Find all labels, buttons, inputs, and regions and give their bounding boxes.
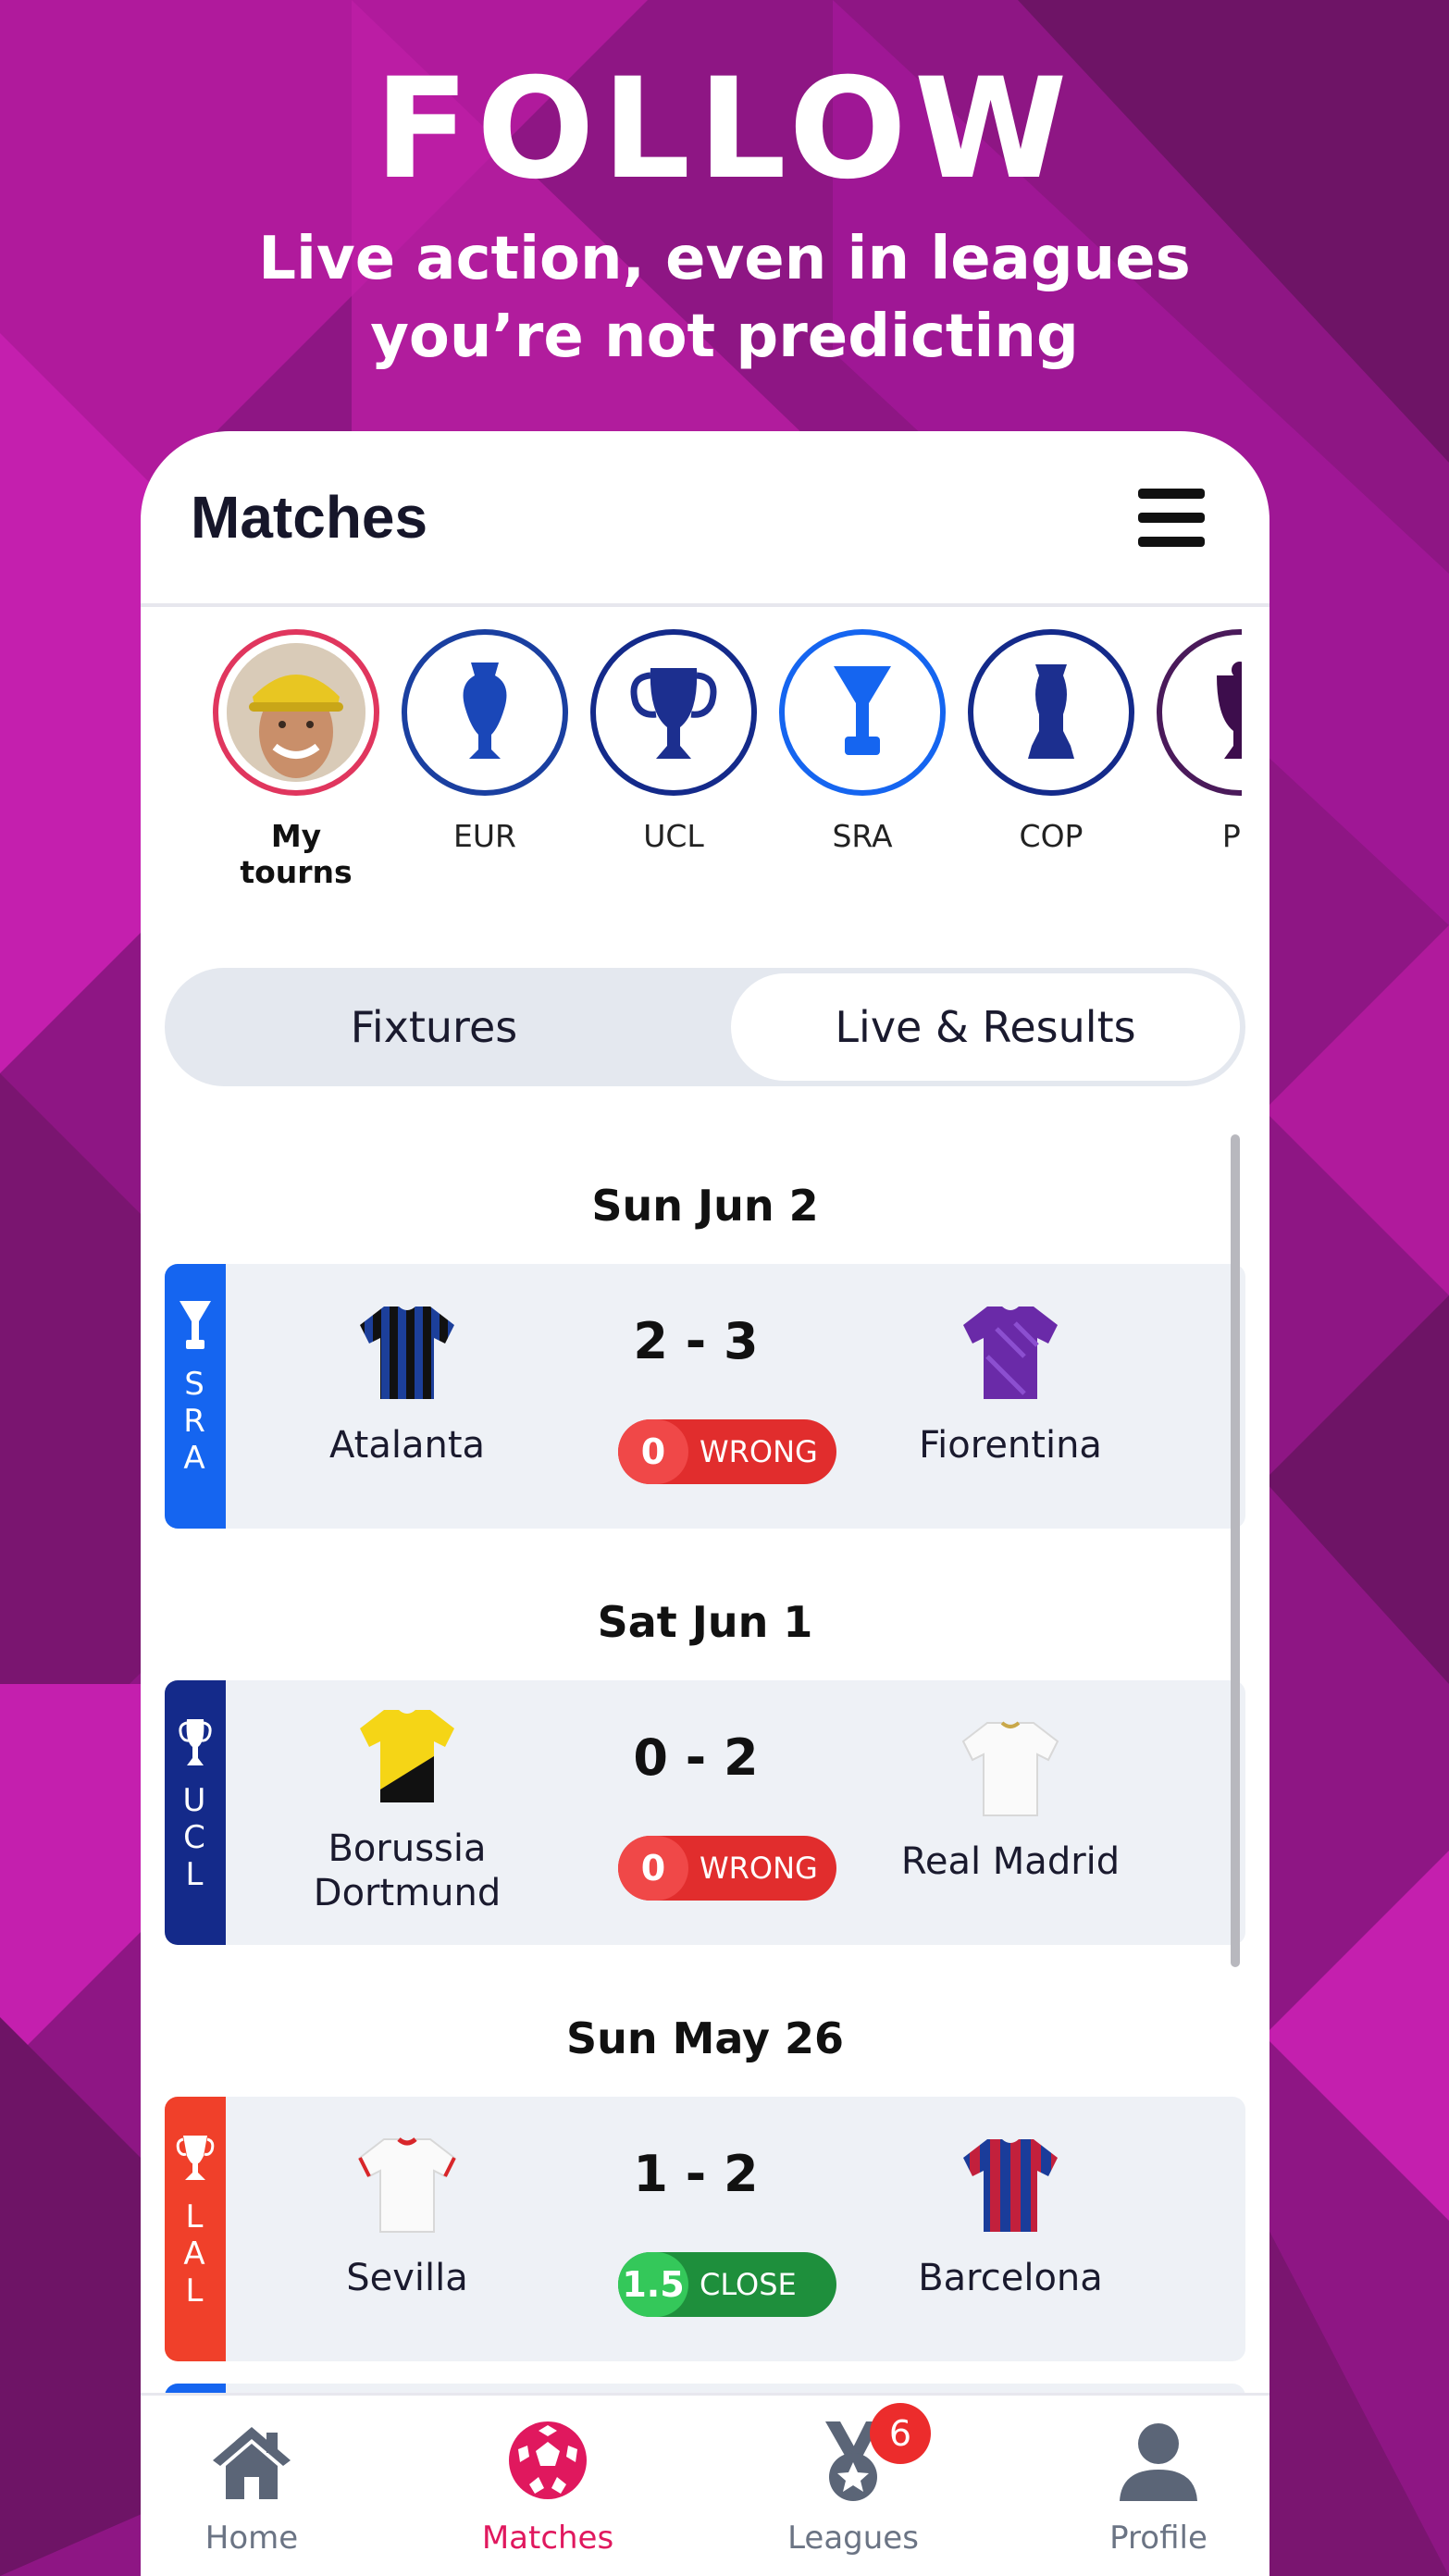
team-name: Real Madrid (900, 1840, 1121, 1883)
tournament-sra[interactable]: SRA (779, 629, 946, 854)
home-team: Borussia Dortmund (268, 1704, 546, 1915)
prediction-result-label: CLOSE (700, 2267, 797, 2302)
league-code: UCL (182, 1782, 208, 1893)
barcelona-shirt-icon (963, 2139, 1058, 2232)
home-team: Atalanta (268, 1301, 546, 1468)
tournament-my-tourns[interactable]: My tourns (213, 629, 379, 907)
prediction-points: 0 (618, 1419, 688, 1484)
champions-league-trophy-icon (179, 1719, 212, 1765)
tournament-pl[interactable]: PL (1157, 629, 1242, 854)
promo-subtitle-line-1: Live action, even in leagues (258, 225, 1191, 293)
prediction-result-label: WRONG (700, 1434, 818, 1469)
la-liga-trophy-icon (176, 2136, 215, 2180)
away-team: Fiorentina (872, 1301, 1149, 1468)
away-team: Barcelona (872, 2134, 1149, 2300)
tab-live-results[interactable]: Live & Results (731, 973, 1240, 1081)
prediction-points: 1.5 (618, 2252, 688, 2317)
prediction-result-badge: 0 WRONG (618, 1419, 836, 1484)
promo-header: FOLLOW Live action, even in leagues you’… (0, 56, 1449, 376)
matches-view-toggle: Fixtures Live & Results (165, 968, 1245, 1086)
league-tag-ucl: UCL (165, 1680, 226, 1945)
team-name: Atalanta (328, 1424, 486, 1467)
promo-subtitle: Live action, even in leagues you’re not … (0, 220, 1449, 376)
team-name: Fiorentina (919, 1424, 1102, 1467)
match-card[interactable]: LAL Sevilla 1 - 2 1.5 CLOSE Barcelona (165, 2097, 1245, 2361)
nav-home[interactable]: Home (141, 2414, 372, 2557)
tournament-label: UCL (643, 818, 704, 854)
home-icon (213, 2427, 291, 2499)
team-name: Borussia Dortmund (313, 1827, 502, 1914)
atalanta-shirt-icon (360, 1307, 454, 1399)
copa-america-trophy-icon (1028, 664, 1074, 759)
fiorentina-shirt-icon (963, 1307, 1058, 1399)
soccer-ball-icon (509, 2421, 587, 2499)
app-bar: Matches (141, 431, 1269, 607)
profile-icon (1120, 2423, 1197, 2501)
match-card[interactable]: UCL Borussia Dortmund 0 - 2 0 WRONG Real… (165, 1680, 1245, 1945)
tournament-eur[interactable]: EUR (402, 629, 568, 854)
tournament-cop[interactable]: COP (968, 629, 1134, 854)
real-madrid-shirt-icon (961, 1721, 1059, 1816)
match-score: 1 - 2 (633, 2145, 759, 2203)
match-score: 2 - 3 (633, 1312, 759, 1370)
dortmund-shirt-icon (360, 1710, 454, 1802)
tournament-carousel[interactable]: My tourns EUR UCL SRA COP P (141, 629, 1242, 907)
away-team: Real Madrid (872, 1717, 1149, 1884)
match-score: 0 - 2 (633, 1728, 759, 1787)
league-code: LAL (183, 2198, 207, 2310)
tournament-label: COP (1019, 818, 1084, 854)
nav-label: Home (204, 2520, 299, 2557)
nav-matches[interactable]: Matches (427, 2414, 668, 2557)
avatar (227, 643, 365, 782)
nav-label: Profile (1109, 2520, 1208, 2557)
tournament-label: My tourns (240, 818, 353, 890)
league-tag-sra: SRA (165, 1264, 226, 1529)
match-date: Sat Jun 1 (597, 1597, 813, 1647)
league-code: SRA (183, 1366, 207, 1477)
euro-trophy-icon (463, 663, 507, 759)
user-avatar-ring (213, 629, 379, 796)
tournament-label: EUR (453, 818, 516, 854)
match-date: Sun Jun 2 (591, 1181, 819, 1231)
prediction-result-label: WRONG (700, 1851, 818, 1886)
app-screen: Matches My tourns EUR UCL SRA COP P Fixt… (141, 431, 1269, 2576)
promo-title: FOLLOW (374, 49, 1075, 210)
leagues-notification-badge: 6 (870, 2403, 931, 2464)
team-name: Sevilla (346, 2257, 468, 2299)
league-tag-lal: LAL (165, 2097, 226, 2361)
tab-fixtures[interactable]: Fixtures (170, 973, 698, 1081)
home-team: Sevilla (268, 2134, 546, 2300)
tournament-label: PL (1221, 818, 1242, 854)
match-date: Sun May 26 (565, 2013, 845, 2063)
promo-subtitle-line-2: you’re not predicting (370, 303, 1079, 371)
serie-a-trophy-icon (180, 1301, 211, 1349)
prediction-points: 0 (618, 1836, 688, 1901)
prediction-result-badge: 0 WRONG (618, 1836, 836, 1901)
team-name: Barcelona (918, 2257, 1103, 2299)
sevilla-shirt-icon (358, 2137, 456, 2233)
page-title: Matches (191, 484, 428, 551)
nav-label: Matches (481, 2520, 614, 2557)
tournament-ucl[interactable]: UCL (590, 629, 757, 854)
list-scrollbar[interactable] (1231, 1134, 1240, 1967)
nav-leagues[interactable]: 6 Leagues (733, 2403, 973, 2557)
tournament-label: SRA (832, 818, 893, 854)
bottom-navigation: Home Matches 6 Leagues Profile (141, 2393, 1269, 2576)
hamburger-menu-icon[interactable] (1138, 489, 1205, 548)
champions-league-trophy-icon (630, 668, 717, 759)
prediction-result-badge: 1.5 CLOSE (618, 2252, 836, 2317)
match-card[interactable]: SRA Atalanta 2 - 3 0 WRONG Fiorentina (165, 1264, 1245, 1529)
serie-a-trophy-icon (834, 666, 891, 755)
nav-profile[interactable]: Profile (1038, 2414, 1269, 2557)
premier-league-trophy-icon (1217, 662, 1242, 759)
nav-label: Leagues (787, 2520, 919, 2557)
